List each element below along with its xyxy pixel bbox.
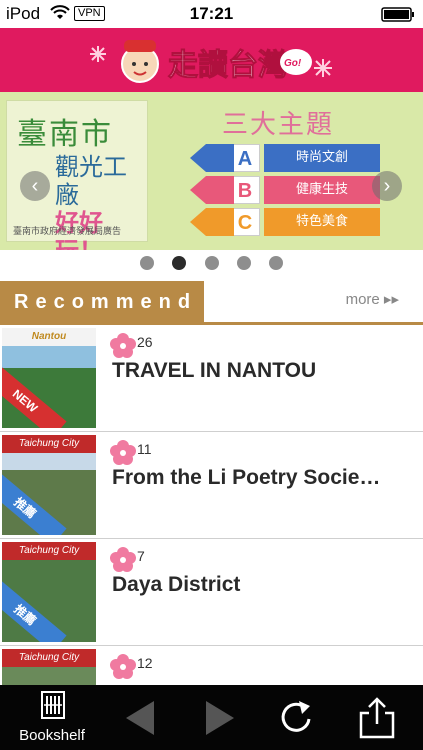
recommend-section-header: Recommend more ▸▸ <box>0 281 423 325</box>
cover-caption: Nantou <box>2 328 96 346</box>
item-count: 11 <box>137 441 152 457</box>
list-item[interactable]: Taichung City 推薦 11 From the Li Poetry S… <box>0 432 423 539</box>
pager-dot[interactable] <box>236 256 251 270</box>
forward-arrow-icon <box>206 701 234 735</box>
status-bar: iPod VPN 17:21 <box>0 0 423 28</box>
list-item[interactable]: Taichung City 推薦 7 Daya District <box>0 539 423 646</box>
svg-text:Go!: Go! <box>284 58 302 69</box>
bookshelf-icon <box>41 691 65 719</box>
flower-icon <box>110 654 136 679</box>
cover-caption: Taichung City <box>2 649 96 667</box>
more-link[interactable]: more ▸▸ <box>346 290 399 308</box>
share-icon <box>359 697 395 739</box>
item-title: From the Li Poetry Socie… <box>112 466 381 489</box>
recommend-list: Nantou NEW 26 TRAVEL IN NANTOU Taichung … <box>0 325 423 685</box>
bookshelf-button[interactable]: Bookshelf <box>0 685 104 750</box>
refresh-button[interactable] <box>275 685 319 750</box>
bottom-toolbar: Bookshelf <box>0 685 423 750</box>
banner-ad-panel: 臺南市 觀光工廠 好好玩！ 臺南市政府經濟發展局廣告 <box>6 100 148 250</box>
app-header: 走讀台灣 Go! <box>0 28 423 92</box>
item-count: 12 <box>137 655 153 671</box>
cover-caption: Taichung City <box>2 542 96 560</box>
recommend-ribbon: 推薦 <box>2 470 67 535</box>
carousel-pager <box>0 256 423 274</box>
forward-button[interactable] <box>200 685 240 750</box>
flower-icon <box>110 333 136 358</box>
theme-option-letter: A <box>230 144 260 172</box>
banner-footer: 臺南市政府經濟發展局廣告 <box>13 227 122 237</box>
flower-icon <box>110 440 136 465</box>
svg-text:走讀台灣: 走讀台灣 <box>168 48 288 83</box>
pager-dot[interactable] <box>139 256 154 270</box>
chevron-right-icon: › <box>383 175 391 197</box>
refresh-icon <box>281 701 311 732</box>
cover-caption: Taichung City <box>2 435 96 453</box>
theme-option-label: 健康生技 <box>264 176 380 204</box>
clock: 17:21 <box>189 4 234 23</box>
theme-option-label: 特色美食 <box>264 208 380 236</box>
book-cover-thumbnail: Nantou NEW <box>2 328 96 428</box>
arrow-shape-icon <box>190 144 234 172</box>
item-count: 26 <box>137 334 153 350</box>
chevron-left-icon: ‹ <box>31 175 39 197</box>
new-ribbon: NEW <box>2 363 67 428</box>
banner-carousel[interactable]: 臺南市 觀光工廠 好好玩！ 臺南市政府經濟發展局廣告 三大主題 A 時尚文創 B… <box>0 92 423 250</box>
item-title: TRAVEL IN NANTOU <box>112 359 317 382</box>
item-title: Daya District <box>112 573 241 596</box>
carousel-next-button[interactable]: › <box>372 171 402 201</box>
carousel-prev-button[interactable]: ‹ <box>20 171 50 201</box>
banner-themes-title: 三大主題 <box>222 110 335 140</box>
theme-option-label: 時尚文創 <box>264 144 380 172</box>
banner-city-title: 臺南市 <box>17 117 113 152</box>
bookshelf-label: Bookshelf <box>19 727 85 744</box>
theme-option-b: B 健康生技 <box>230 176 380 204</box>
arrow-shape-icon <box>190 176 234 204</box>
banner-subtitle-line1: 觀光工廠 <box>55 153 127 209</box>
item-count: 7 <box>137 548 145 564</box>
theme-option-c: C 特色美食 <box>230 208 380 236</box>
theme-option-letter: C <box>230 208 260 236</box>
book-cover-thumbnail: Taichung City 推薦 <box>2 542 96 642</box>
arrow-shape-icon <box>190 208 234 236</box>
book-cover-thumbnail: Taichung City 推薦 <box>2 435 96 535</box>
app-logo: 走讀台灣 Go! <box>90 40 332 84</box>
theme-option-letter: B <box>230 176 260 204</box>
pager-dot[interactable] <box>269 256 284 270</box>
battery-icon <box>381 7 415 27</box>
book-cover-thumbnail: Taichung City <box>2 649 96 685</box>
pager-dot[interactable] <box>204 256 219 270</box>
back-button[interactable] <box>120 685 160 750</box>
back-arrow-icon <box>126 701 154 735</box>
recommend-title: Recommend <box>0 281 204 322</box>
theme-option-a: A 時尚文創 <box>230 144 380 172</box>
pager-dot-active[interactable] <box>172 256 187 270</box>
share-button[interactable] <box>355 685 399 750</box>
flower-icon <box>110 547 136 572</box>
list-item[interactable]: Taichung City 12 <box>0 646 423 685</box>
recommend-ribbon: 推薦 <box>2 577 67 642</box>
list-item[interactable]: Nantou NEW 26 TRAVEL IN NANTOU <box>0 325 423 432</box>
